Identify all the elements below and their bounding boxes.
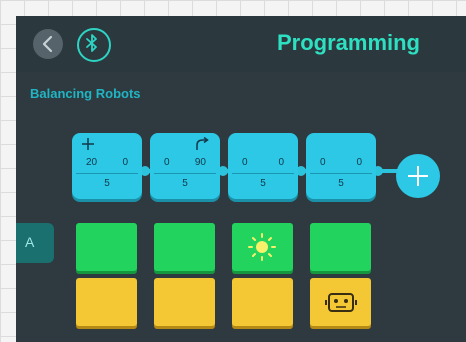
back-button[interactable]: [33, 29, 63, 59]
motor-right-value: 0: [356, 157, 362, 168]
motor-block-4[interactable]: 0 0 5: [306, 133, 376, 199]
bluetooth-button[interactable]: [77, 28, 111, 62]
block-divider: [154, 173, 216, 174]
block-divider: [76, 173, 138, 174]
motor-duration-value: 5: [338, 178, 344, 189]
chevron-left-icon: [42, 35, 53, 53]
motor-block-2[interactable]: 0 90 5: [150, 133, 220, 199]
action-block-1[interactable]: [76, 278, 137, 326]
add-step-button[interactable]: [396, 154, 440, 198]
top-bar: Programming: [16, 16, 466, 72]
block-divider: [232, 173, 294, 174]
motor-duration-value: 5: [104, 178, 110, 189]
tab-a[interactable]: A: [16, 223, 54, 263]
app-window: Programming Balancing Robots A 20 0 5 0 …: [16, 16, 466, 342]
action-block-3[interactable]: [232, 278, 293, 326]
motor-duration-value: 5: [260, 178, 266, 189]
sensor-block-3[interactable]: [232, 223, 293, 271]
motor-left-value: 0: [320, 157, 326, 168]
sensor-block-4[interactable]: [310, 223, 371, 271]
motor-left-value: 0: [164, 157, 170, 168]
page-title: Programming: [276, 30, 420, 55]
motor-right-value: 0: [122, 157, 128, 168]
motor-left-value: 0: [242, 157, 248, 168]
motor-block-1[interactable]: 20 0 5: [72, 133, 142, 199]
motor-block-3[interactable]: 0 0 5: [228, 133, 298, 199]
plus-icon: [82, 138, 94, 150]
block-divider: [310, 173, 372, 174]
sensor-block-2[interactable]: [154, 223, 215, 271]
turn-arrow-icon: [196, 137, 209, 150]
tab-a-label: A: [25, 234, 35, 250]
action-block-4[interactable]: [310, 278, 371, 326]
motor-left-value: 20: [86, 157, 98, 168]
light-icon: [248, 233, 276, 261]
program-name: Balancing Robots: [30, 86, 141, 101]
motor-right-value: 0: [278, 157, 284, 168]
bluetooth-icon: [86, 34, 97, 52]
motor-duration-value: 5: [182, 178, 188, 189]
robot-face-icon: [325, 293, 357, 312]
action-block-2[interactable]: [154, 278, 215, 326]
plus-icon: [408, 166, 428, 186]
motor-right-value: 90: [194, 157, 206, 168]
sensor-block-1[interactable]: [76, 223, 137, 271]
